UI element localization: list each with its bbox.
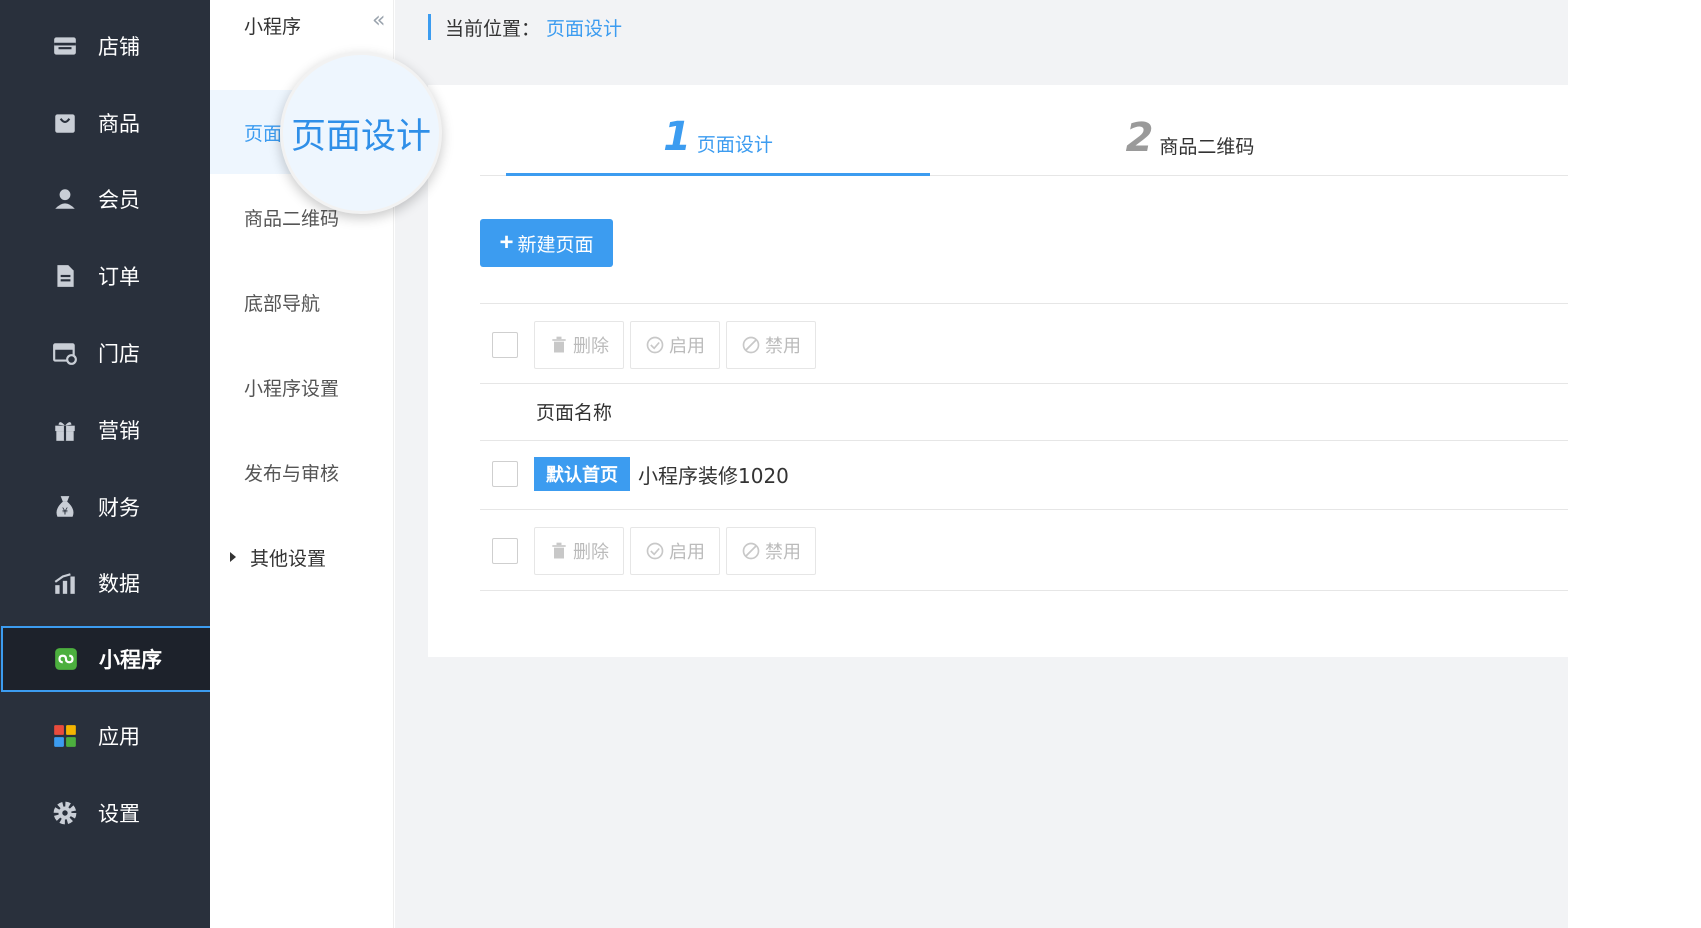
new-page-button[interactable]: + 新建页面 [480,219,613,267]
svg-text:¥: ¥ [62,507,68,518]
disable-button[interactable]: 禁用 [726,321,816,369]
gift-icon [52,417,78,443]
delete-label: 删除 [573,542,609,563]
sidebar-item-label: 财务 [98,496,140,520]
divider [480,509,1568,510]
delete-button[interactable]: 删除 [534,321,624,369]
delete-label: 删除 [573,336,609,357]
bag-icon [52,110,78,136]
store-icon [52,33,78,59]
step-tab-goods-qrcode[interactable]: 2 商品二维码 [978,100,1402,176]
enable-button[interactable]: 启用 [630,527,720,575]
breadcrumb: 当前位置： 页面设计 [428,14,622,40]
check-circle-icon [646,542,664,560]
step-label: 页面设计 [696,134,773,156]
column-header-page-name: 页面名称 [536,402,613,424]
step-label: 商品二维码 [1159,135,1255,158]
step-tabs: 1 页面设计 2 商品二维码 [480,100,1568,176]
apps-grid-icon [52,723,78,749]
sidebar-item-apps[interactable]: 应用 [0,703,210,769]
divider [480,303,1568,304]
select-all-checkbox[interactable] [492,332,518,358]
divider [480,383,1568,384]
sidebar-item-mini-program[interactable]: 小程序 [1,626,219,692]
sidebar-item-label: 设置 [98,802,140,826]
sidebar-item-order[interactable]: 订单 [0,243,210,309]
sidebar-item-label: 会员 [98,188,140,212]
subnav-item-label: 页面 [244,122,283,145]
subnav-item-label: 发布与审核 [244,462,340,485]
subnav-item-mini-settings[interactable]: 小程序设置 [210,345,394,429]
subnav-item-other-settings[interactable]: 其他设置 [210,515,394,599]
shop-icon [52,340,78,366]
sidebar-item-label: 订单 [98,265,140,289]
magnifier-text: 页面设计 [290,116,431,157]
money-bag-icon: ¥ [52,494,78,520]
sidebar-item-label: 营销 [98,419,140,443]
sidebar-item-label: 门店 [98,342,140,366]
default-home-badge: 默认首页 [534,457,630,491]
breadcrumb-current[interactable]: 页面设计 [546,14,622,41]
check-circle-icon [646,336,664,354]
user-icon [52,186,78,212]
subnav-item-publish-review[interactable]: 发布与审核 [210,430,394,514]
subnav-item-bottom-nav[interactable]: 底部导航 [210,260,394,344]
disable-label: 禁用 [765,542,801,563]
breadcrumb-prefix: 当前位置： [445,17,541,40]
subnav-title: 小程序 [244,16,302,38]
enable-label: 启用 [669,542,705,563]
sidebar-item-marketing[interactable]: 营销 [0,397,210,463]
sidebar-item-shop[interactable]: 门店 [0,320,210,386]
trash-icon [552,336,566,353]
sidebar-item-label: 商品 [98,112,140,136]
document-icon [52,263,78,289]
select-all-checkbox[interactable] [492,538,518,564]
subnav-item-label: 小程序设置 [244,377,340,400]
caret-right-icon [230,552,236,562]
table-row: 默认首页 小程序装修1020 [492,456,789,492]
disable-label: 禁用 [765,336,801,357]
step-number: 2 [1125,115,1154,161]
sidebar-item-label: 应用 [98,725,140,749]
divider [480,440,1568,441]
step-tab-page-design[interactable]: 1 页面设计 [506,100,930,176]
subnav-item-label: 底部导航 [244,292,321,315]
ban-icon [742,336,760,354]
disable-button[interactable]: 禁用 [726,527,816,575]
bulk-toolbar-top: 删除 启用 禁用 [492,320,816,370]
mini-program-icon [53,646,79,672]
sidebar-item-store[interactable]: 店铺 [0,13,210,79]
bar-chart-icon [52,570,78,596]
sidebar-item-data[interactable]: 数据 [0,550,210,616]
sidebar-item-label: 店铺 [98,35,140,59]
page-name[interactable]: 小程序装修1020 [638,460,789,489]
sidebar-item-finance[interactable]: ¥ 财务 [0,474,210,540]
divider [480,590,1568,591]
sidebar-item-settings[interactable]: 设置 [0,780,210,846]
main-sidebar: 店铺 商品 会员 订单 门店 营销 ¥ 财务 数据 小程序 应用 设置 [0,0,219,928]
sidebar-item-goods[interactable]: 商品 [0,90,210,156]
delete-button[interactable]: 删除 [534,527,624,575]
step-number: 1 [663,113,691,160]
ban-icon [742,542,760,560]
subnav-item-label: 其他设置 [250,547,327,570]
plus-icon: + [499,229,514,256]
trash-icon [552,542,566,559]
row-checkbox[interactable] [492,461,518,487]
enable-button[interactable]: 启用 [630,321,720,369]
subnav-item-label: 商品二维码 [244,207,340,230]
sidebar-item-label: 数据 [98,572,140,596]
enable-label: 启用 [669,336,705,357]
magnifier-callout: 页面设计 [280,52,442,214]
new-page-button-label: 新建页面 [517,234,594,256]
sidebar-item-member[interactable]: 会员 [0,166,210,232]
gear-icon [52,800,78,826]
sidebar-item-label: 小程序 [99,648,162,672]
bulk-toolbar-bottom: 删除 启用 禁用 [492,526,816,576]
collapse-icon[interactable]: « [372,8,385,33]
